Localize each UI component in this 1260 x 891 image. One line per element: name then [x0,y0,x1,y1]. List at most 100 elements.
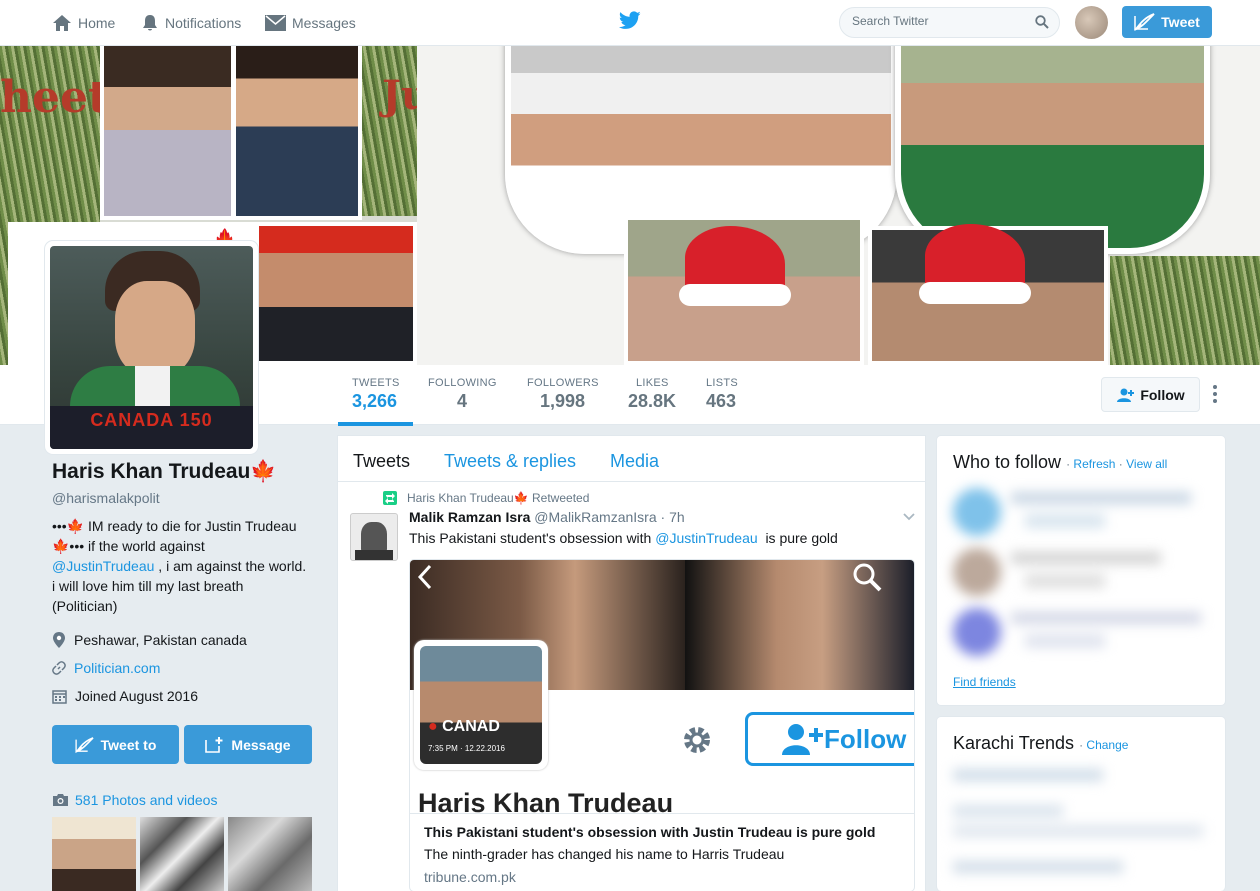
media-thumbnail-3[interactable] [228,817,312,891]
tweet-to-label: Tweet to [100,736,157,753]
trends-title: Karachi Trends [953,733,1075,753]
tweet-text: This Pakistani student's obsession with … [409,530,838,546]
link-preview-card[interactable]: ● CANAD 7:35 PM · 12.22.2016 Follow Hari… [409,559,915,891]
tweet-author-handle[interactable]: @MalikRamzanIsra [534,509,656,525]
banner-photo-student-1 [100,46,235,220]
nav-home[interactable]: Home [52,12,115,34]
card-image-canada-text: ● CANAD [428,718,500,735]
photos-videos-text: 581 Photos and videos [75,792,218,808]
stat-following[interactable]: FOLLOWING 4 [428,377,497,412]
profile-joined-text: Joined August 2016 [75,688,198,704]
tab-media[interactable]: Media [610,451,659,472]
suggested-account-2[interactable] [945,544,1220,602]
tweet-author-avatar[interactable] [350,513,398,561]
search-icon[interactable] [1035,15,1049,29]
stat-followers-value: 1,998 [540,391,586,411]
avatar-face [115,281,195,376]
suggested-account-1[interactable] [945,484,1220,542]
card-image-follow-graphic: Follow [745,712,914,766]
message-button[interactable]: Message [184,725,312,764]
media-thumbnail-2[interactable] [140,817,224,891]
bio-line-4: i will love him till my last breath [52,578,244,594]
add-user-icon [782,724,823,755]
profile-website-link[interactable]: Politician.com [74,660,160,676]
maple-leaf-icon: 🍁 [250,460,277,483]
envelope-icon [265,15,286,31]
quill-icon [74,736,94,753]
tab-tweets-replies[interactable]: Tweets & replies [444,451,576,472]
card-description: The ninth-grader has changed his name to… [424,846,785,862]
search-box[interactable] [839,7,1060,38]
stat-lists[interactable]: LISTS 463 [706,377,738,412]
profile-handle[interactable]: @harismalakpolit [52,490,314,506]
who-to-follow-title: Who to follow [953,452,1062,472]
stat-likes[interactable]: LIKES 28.8K [628,377,676,412]
compose-tweet-label: Tweet [1161,14,1200,30]
trends-header: Karachi Trends · Change [953,733,1128,754]
stat-tweets[interactable]: TWEETS 3,266 [352,377,400,412]
retweet-icon [383,491,397,505]
who-to-follow-header: Who to follow · Refresh · View all [953,452,1167,473]
profile-name-text: Haris Khan Trudeau [52,460,251,483]
profile-location-text: Peshawar, Pakistan canada [74,632,247,648]
tweet-author-name[interactable]: Malik Ramzan Isra [409,509,530,525]
new-message-icon [205,736,223,753]
trends-module: Karachi Trends · Change [936,716,1226,891]
gear-icon [684,727,710,753]
tweet-time[interactable]: 7h [669,509,685,525]
suggested-account-3[interactable] [945,604,1220,662]
banner-text-left: heet [0,72,109,123]
retweet-context-text[interactable]: Haris Khan Trudeau🍁 Retweeted [407,491,589,505]
banner-photo-trudeau-1 [232,46,362,220]
message-label: Message [231,736,291,753]
find-friends-link[interactable]: Find friends [953,675,1016,689]
refresh-link[interactable]: Refresh [1073,457,1115,471]
bio-mention-link[interactable]: @JustinTrudeau [52,558,154,574]
account-avatar[interactable] [1075,6,1108,39]
tweet-mention-link[interactable]: @JustinTrudeau [655,530,757,546]
tab-tweets[interactable]: Tweets [353,451,410,472]
stat-tweets-label: TWEETS [352,377,400,389]
follow-button[interactable]: Follow [1101,377,1200,412]
bio-line-3: , i am against the world. [154,558,307,574]
stat-following-value: 4 [457,391,468,411]
compose-tweet-button[interactable]: Tweet [1122,6,1212,38]
avatar-canada-text: CANADA 150 [50,406,253,449]
card-url[interactable]: tribune.com.pk [424,869,516,885]
avatar-figure-base [355,550,393,560]
tweet-to-button[interactable]: Tweet to [52,725,179,764]
twitter-bird-logo[interactable] [618,11,641,33]
more-options-icon[interactable] [1208,385,1222,407]
trends-list-blurred[interactable] [943,765,1218,890]
profile-name[interactable]: Haris Khan Trudeau🍁 [52,460,314,484]
stat-followers-label: FOLLOWERS [527,377,599,389]
chevron-left-icon [417,564,432,590]
nav-messages[interactable]: Messages [265,12,356,34]
stat-following-label: FOLLOWING [428,377,497,389]
active-stat-underline [338,422,413,426]
media-thumbnail-1[interactable] [52,817,136,891]
card-image-avatar-frame: ● CANAD 7:35 PM · 12.22.2016 [414,640,548,770]
who-to-follow-module: Who to follow · Refresh · View all Find … [936,435,1226,706]
stat-lists-label: LISTS [706,377,739,389]
chevron-down-icon[interactable] [902,509,916,523]
change-trends-link[interactable]: Change [1086,738,1128,752]
nav-notifications[interactable]: Notifications [141,12,241,34]
banner-grass-right [1110,256,1260,365]
search-input[interactable] [852,14,1032,28]
stat-followers[interactable]: FOLLOWERS 1,998 [527,377,599,412]
follow-button-label: Follow [1140,386,1185,403]
photos-videos-link[interactable]: 581 Photos and videos [52,792,217,808]
tweet-separator: · [660,509,666,525]
location-pin-icon [53,632,65,648]
view-all-link[interactable]: View all [1126,457,1167,471]
banner-photo-student-green [895,46,1210,254]
profile-avatar[interactable]: CANADA 150 [45,241,258,454]
profile-avatar-image: CANADA 150 [50,246,253,449]
card-image[interactable]: ● CANAD 7:35 PM · 12.22.2016 Follow Hari… [410,560,914,813]
bell-icon [143,15,157,31]
profile-website: Politician.com [52,654,314,682]
profile-sidebar: Haris Khan Trudeau🍁 @harismalakpolit •••… [52,460,314,891]
nav-notifications-label: Notifications [165,15,242,31]
card-title[interactable]: This Pakistani student's obsession with … [424,824,875,840]
